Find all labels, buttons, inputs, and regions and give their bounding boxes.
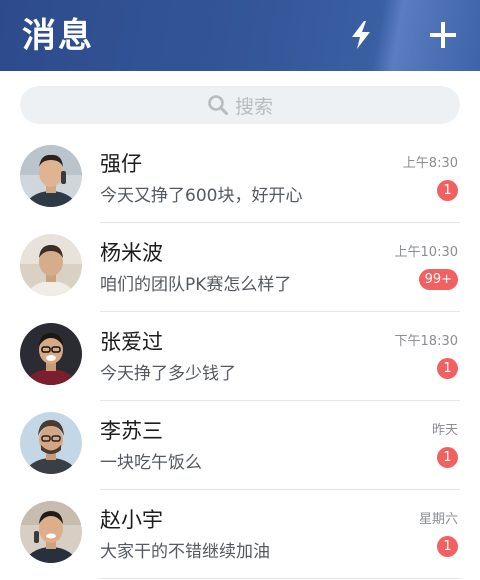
timestamp: 下午18:30 bbox=[394, 334, 458, 349]
add-icon[interactable] bbox=[426, 18, 460, 52]
contact-name: 强仔 bbox=[100, 152, 142, 176]
message-preview: 咱们的团队PK赛怎么样了 bbox=[100, 275, 292, 295]
conversation-item[interactable]: 强仔 今天又挣了600块，好开心 上午8:30 1 bbox=[0, 134, 480, 223]
contact-name: 赵小宇 bbox=[100, 508, 163, 532]
contact-name: 杨米波 bbox=[100, 241, 163, 265]
divider bbox=[100, 578, 460, 579]
unread-badge: 1 bbox=[437, 358, 458, 379]
avatar bbox=[20, 501, 82, 563]
avatar bbox=[20, 412, 82, 474]
avatar bbox=[20, 323, 82, 385]
timestamp: 上午10:30 bbox=[394, 245, 458, 260]
message-preview: 一块吃午饭么 bbox=[100, 453, 202, 473]
contact-name: 张爱过 bbox=[100, 330, 163, 354]
search-icon bbox=[208, 95, 228, 115]
message-preview: 今天又挣了600块，好开心 bbox=[100, 186, 303, 206]
message-preview: 今天挣了多少钱了 bbox=[100, 364, 236, 384]
page-title: 消息 bbox=[22, 16, 94, 56]
conversation-item[interactable]: 李苏三 一块吃午饭么 昨天 1 bbox=[0, 401, 480, 490]
unread-badge: 99+ bbox=[418, 269, 458, 290]
contact-name: 李苏三 bbox=[100, 419, 163, 443]
timestamp: 星期六 bbox=[418, 512, 458, 527]
search-input[interactable]: 搜索 bbox=[235, 92, 273, 119]
timestamp: 昨天 bbox=[431, 423, 458, 438]
unread-badge: 1 bbox=[437, 180, 458, 201]
timestamp: 上午8:30 bbox=[402, 156, 458, 171]
conversation-item[interactable]: 杨米波 咱们的团队PK赛怎么样了 上午10:30 99+ bbox=[0, 223, 480, 312]
unread-badge: 1 bbox=[437, 447, 458, 468]
app-header: 消息 bbox=[0, 0, 480, 71]
message-preview: 大家干的不错继续加油 bbox=[100, 542, 270, 562]
conversation-item[interactable]: 张爱过 今天挣了多少钱了 下午18:30 1 bbox=[0, 312, 480, 401]
conversation-item[interactable]: 赵小宇 大家干的不错继续加油 星期六 1 bbox=[0, 490, 480, 579]
avatar bbox=[20, 145, 82, 207]
unread-badge: 1 bbox=[437, 536, 458, 557]
search-bar[interactable]: 搜索 bbox=[20, 86, 460, 124]
avatar bbox=[20, 234, 82, 296]
flash-icon[interactable] bbox=[344, 18, 378, 52]
conversation-list: 强仔 今天又挣了600块，好开心 上午8:30 1 杨米波 咱们的团队PK赛怎么… bbox=[0, 134, 480, 579]
